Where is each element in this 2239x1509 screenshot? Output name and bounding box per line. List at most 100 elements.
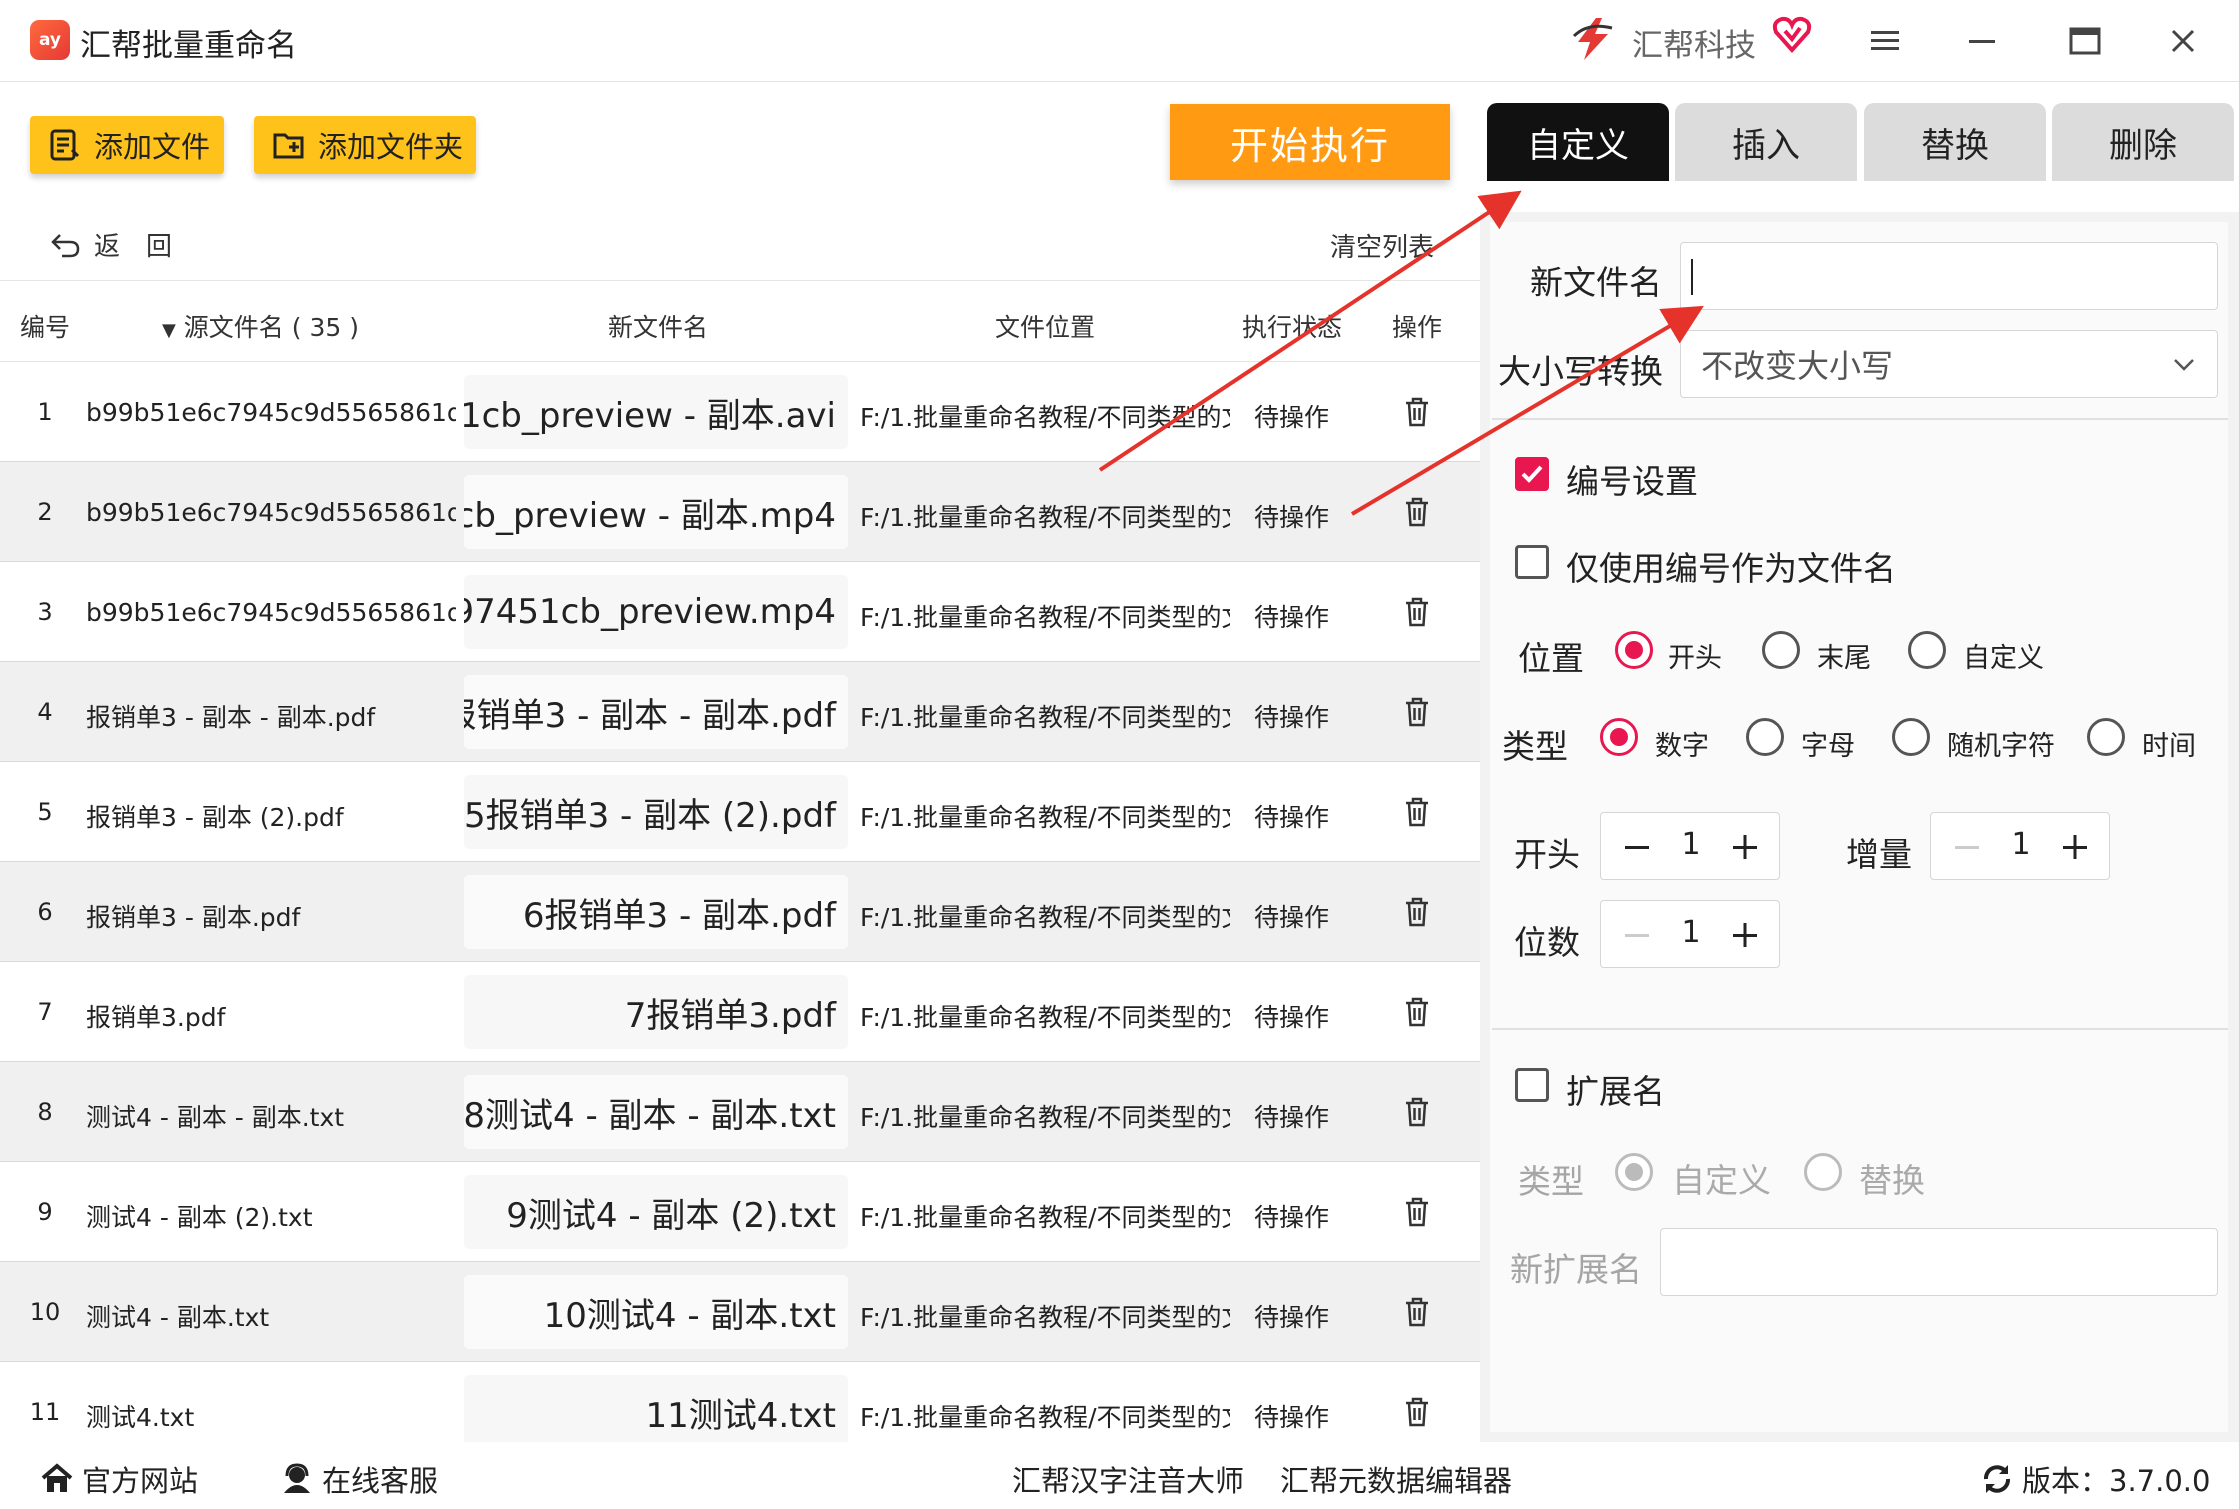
tab-replace[interactable]: 替换 <box>1864 103 2046 181</box>
minus-icon[interactable] <box>1619 917 1655 953</box>
header-location: 文件位置 <box>995 313 1096 342</box>
app-link-pinyin[interactable]: 汇帮汉字注音大师 <box>1012 1458 1244 1500</box>
position-end-radio[interactable] <box>1762 631 1800 669</box>
header-source[interactable]: ▼ 源文件名 ( 35 ) <box>162 308 359 344</box>
trash-icon[interactable] <box>1402 1396 1432 1428</box>
case-select[interactable]: 不改变大小写 <box>1680 330 2218 398</box>
table-row[interactable]: 8 测试4 - 副本 - 副本.txt 8测试4 - 副本 - 副本.txt F:/1… <box>0 1062 1480 1162</box>
ext-type-custom-radio[interactable] <box>1615 1153 1653 1191</box>
refresh-icon <box>1984 1465 2010 1493</box>
new-filename-cell[interactable]: 11测试4.txt <box>464 1375 848 1449</box>
new-filename-cell[interactable]: 8测试4 - 副本 - 副本.txt <box>464 1075 848 1149</box>
tab-custom[interactable]: 自定义 <box>1487 103 1669 181</box>
plus-icon[interactable] <box>2057 829 2093 865</box>
file-location: F:/1.批量重命名教程/不同类型的文 <box>860 1403 1230 1432</box>
status-text: 待操作 <box>1254 403 1330 432</box>
new-filename-cell[interactable]: 1cb_preview - 副本.mp4 <box>464 475 848 549</box>
tab-delete[interactable]: 删除 <box>2052 103 2234 181</box>
table-row[interactable]: 4 报销单3 - 副本 - 副本.pdf 报销单3 - 副本 - 副本.pdf F:/… <box>0 662 1480 762</box>
file-location: F:/1.批量重命名教程/不同类型的文 <box>860 403 1230 432</box>
row-number: 6 <box>37 898 53 926</box>
row-number: 11 <box>29 1398 61 1426</box>
plus-icon[interactable] <box>1727 917 1763 953</box>
service-link[interactable]: 在线客服 <box>280 1458 438 1500</box>
new-filename: 1cb_preview - 副本.mp4 <box>464 495 836 536</box>
row-number: 8 <box>37 1098 53 1126</box>
back-label: 返 回 <box>94 232 173 262</box>
digits-value[interactable]: 1 <box>1661 915 1721 950</box>
table-row[interactable]: 5 报销单3 - 副本 (2).pdf 5报销单3 - 副本 (2).pdf F:/1… <box>0 762 1480 862</box>
table-row[interactable]: 1 b99b51e6c7945c9d5565861d39 51cb_preview … <box>0 362 1480 462</box>
table-row[interactable]: 3 b99b51e6c7945c9d5565861d39 397451cb_prev… <box>0 562 1480 662</box>
minus-icon[interactable] <box>1949 829 1985 865</box>
start-button[interactable]: 开始执行 <box>1170 104 1450 180</box>
type-time-radio[interactable] <box>2087 718 2125 756</box>
new-filename-cell[interactable]: 报销单3 - 副本 - 副本.pdf <box>464 675 848 749</box>
ext-type-replace-radio[interactable] <box>1804 1153 1842 1191</box>
file-list-icon <box>50 129 80 161</box>
table-row[interactable]: 6 报销单3 - 副本.pdf 6报销单3 - 副本.pdf F:/1.批量重命名教程… <box>0 862 1480 962</box>
new-ext-input[interactable] <box>1660 1228 2218 1296</box>
new-filename-cell[interactable]: 397451cb_preview.mp4 <box>464 575 848 649</box>
source-filename: 报销单3 - 副本 (2).pdf <box>86 803 344 832</box>
close-icon[interactable] <box>2160 18 2206 64</box>
new-filename-cell[interactable]: 51cb_preview - 副本.avi <box>464 375 848 449</box>
increment-value[interactable]: 1 <box>1991 827 2051 862</box>
heart-shield-icon[interactable] <box>1772 14 1812 54</box>
new-filename-cell[interactable]: 10测试4 - 副本.txt <box>464 1275 848 1349</box>
minus-icon[interactable] <box>1619 829 1655 865</box>
trash-icon[interactable] <box>1402 1096 1432 1128</box>
clear-list-button[interactable]: 清空列表 <box>1330 227 1434 264</box>
new-filename-cell[interactable]: 5报销单3 - 副本 (2).pdf <box>464 775 848 849</box>
add-file-button[interactable]: 添加文件 <box>30 116 224 174</box>
divider <box>1492 418 2228 420</box>
extension-checkbox[interactable] <box>1515 1068 1549 1102</box>
position-custom-label: 自定义 <box>1963 643 2044 674</box>
type-number-radio[interactable] <box>1600 718 1638 756</box>
trash-icon[interactable] <box>1402 1296 1432 1328</box>
app-link-metadata[interactable]: 汇帮元数据编辑器 <box>1280 1458 1512 1500</box>
source-filename: b99b51e6c7945c9d5565861d39 <box>86 398 456 427</box>
website-label: 官方网站 <box>82 1464 199 1498</box>
new-filename: 9测试4 - 副本 (2).txt <box>506 1195 836 1236</box>
version-info[interactable]: 版本：3.7.0.0 <box>1980 1458 2210 1500</box>
tab-insert[interactable]: 插入 <box>1675 103 1857 181</box>
plus-icon[interactable] <box>1727 829 1763 865</box>
only-number-checkbox[interactable] <box>1515 545 1549 579</box>
trash-icon[interactable] <box>1402 396 1432 428</box>
type-random-radio[interactable] <box>1892 718 1930 756</box>
type-letter-radio[interactable] <box>1746 718 1784 756</box>
header-no: 编号 <box>20 313 71 342</box>
new-name-input[interactable] <box>1680 242 2218 310</box>
start-value[interactable]: 1 <box>1661 827 1721 862</box>
minimize-icon[interactable] <box>1960 18 2006 64</box>
table-row[interactable]: 7 报销单3.pdf 7报销单3.pdf F:/1.批量重命名教程/不同类型的文 待操作 <box>0 962 1480 1062</box>
numbering-checkbox[interactable] <box>1515 457 1549 491</box>
trash-icon[interactable] <box>1402 1196 1432 1228</box>
new-filename-cell[interactable]: 7报销单3.pdf <box>464 975 848 1049</box>
position-custom-radio[interactable] <box>1908 631 1946 669</box>
back-button[interactable]: 返 回 <box>50 226 172 263</box>
position-label: 位置 <box>1518 639 1584 678</box>
add-folder-button[interactable]: 添加文件夹 <box>254 116 476 174</box>
trash-icon[interactable] <box>1402 696 1432 728</box>
maximize-icon[interactable] <box>2062 18 2108 64</box>
trash-icon[interactable] <box>1402 896 1432 928</box>
new-filename: 397451cb_preview.mp4 <box>464 592 836 632</box>
new-filename-cell[interactable]: 6报销单3 - 副本.pdf <box>464 875 848 949</box>
menu-icon[interactable] <box>1862 18 1908 64</box>
trash-icon[interactable] <box>1402 496 1432 528</box>
trash-icon[interactable] <box>1402 996 1432 1028</box>
file-location: F:/1.批量重命名教程/不同类型的文 <box>860 1103 1230 1132</box>
row-number: 1 <box>37 398 53 426</box>
trash-icon[interactable] <box>1402 796 1432 828</box>
new-filename: 6报销单3 - 副本.pdf <box>522 895 836 936</box>
new-filename-cell[interactable]: 9测试4 - 副本 (2).txt <box>464 1175 848 1249</box>
file-location: F:/1.批量重命名教程/不同类型的文 <box>860 1303 1230 1332</box>
trash-icon[interactable] <box>1402 596 1432 628</box>
table-row[interactable]: 10 测试4 - 副本.txt 10测试4 - 副本.txt F:/1.批量重命名教程… <box>0 1262 1480 1362</box>
website-link[interactable]: 官方网站 <box>40 1458 198 1500</box>
table-row[interactable]: 9 测试4 - 副本 (2).txt 9测试4 - 副本 (2).txt F:/1.批… <box>0 1162 1480 1262</box>
table-row[interactable]: 2 b99b51e6c7945c9d5565861d39 1cb_preview -… <box>0 462 1480 562</box>
position-start-radio[interactable] <box>1615 631 1653 669</box>
